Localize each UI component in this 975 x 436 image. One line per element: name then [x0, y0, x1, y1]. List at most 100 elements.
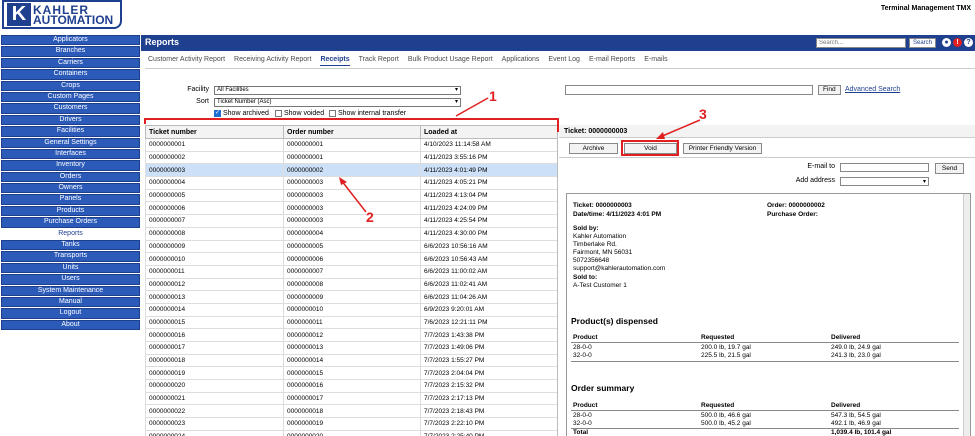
tabs-divider: [145, 68, 975, 69]
sidebar-item-carriers[interactable]: Carriers: [0, 57, 141, 70]
search-button[interactable]: Search: [909, 38, 937, 48]
advanced-search-link[interactable]: Advanced Search: [845, 86, 900, 93]
email-to-input[interactable]: [840, 163, 929, 172]
table-rule: [571, 342, 959, 343]
sidebar-item-branches[interactable]: Branches: [0, 46, 141, 58]
sidebar-item-containers[interactable]: Containers: [0, 69, 141, 81]
sidebar-item-panels[interactable]: Panels: [0, 194, 141, 206]
table-row[interactable]: 0000000004 0000000003 4/11/2023 4:05:21 PM: [145, 176, 558, 190]
order-number-cell: 0000000010: [283, 302, 421, 317]
table-row[interactable]: 0000000007 0000000003 4/11/2023 4:25:54 PM: [145, 214, 558, 228]
table-row[interactable]: 0000000009 0000000005 6/6/2023 10:56:16 AM: [145, 239, 558, 254]
kahler-logo[interactable]: K KAHLER AUTOMATION: [2, 0, 122, 29]
sidebar-item-units[interactable]: Units: [0, 262, 141, 275]
table-row[interactable]: 0000000008 0000000004 4/11/2023 4:30:00 PM: [145, 226, 558, 241]
table-row[interactable]: 0000000020 0000000016 7/7/2023 2:15:32 PM: [145, 379, 558, 393]
show-internal-label: Show internal transfer: [338, 110, 407, 117]
ticket-number-cell: 0000000024: [145, 429, 284, 436]
sidebar-item-owners[interactable]: Owners: [0, 183, 141, 195]
sidebar-item-drivers[interactable]: Drivers: [0, 114, 141, 127]
tab-event-log[interactable]: Event Log: [548, 56, 580, 66]
col-ticket-number[interactable]: Ticket number: [145, 125, 284, 139]
loaded-at-cell: 4/10/2023 11:14:58 AM: [420, 138, 558, 152]
tab-bulk-product-usage-report[interactable]: Bulk Product Usage Report: [408, 56, 493, 66]
table-row[interactable]: 0000000019 0000000015 7/7/2023 2:04:04 PM: [145, 366, 558, 381]
send-button[interactable]: Send: [935, 163, 964, 174]
help-icon[interactable]: ?: [964, 38, 973, 47]
dispensed-product: 28-0-0: [573, 344, 592, 351]
sidebar-item-system-maintenance[interactable]: System Maintenance: [0, 285, 141, 297]
tab-receipts[interactable]: Receipts: [320, 56, 350, 66]
sidebar-item-custom-pages[interactable]: Custom Pages: [0, 91, 141, 104]
table-row[interactable]: 0000000014 0000000010 6/9/2023 9:20:01 AM: [145, 302, 558, 317]
col-requested: Requested: [701, 402, 735, 409]
tab-e-mail-reports[interactable]: E-mail Reports: [589, 56, 635, 66]
tab-customer-activity-report[interactable]: Customer Activity Report: [148, 56, 225, 66]
sidebar-item-interfaces[interactable]: Interfaces: [0, 148, 141, 161]
sidebar-item-customers[interactable]: Customers: [0, 103, 141, 115]
order-number-cell: 0000000009: [283, 290, 421, 304]
table-row[interactable]: 000000002400000000207/7/2023 2:25:40 PM: [145, 429, 558, 436]
show-archived-checkbox[interactable]: ✓ Show archived: [214, 110, 269, 117]
tab-track-report[interactable]: Track Report: [359, 56, 399, 66]
col-order-number[interactable]: Order number: [283, 125, 421, 139]
ticket-search-input[interactable]: [565, 85, 813, 95]
order-number-cell: 0000000002: [283, 163, 421, 178]
sidebar-item-products[interactable]: Products: [0, 205, 141, 218]
sidebar-item-logout[interactable]: Logout: [0, 308, 141, 320]
col-loaded-at[interactable]: Loaded at: [420, 125, 558, 139]
tab-receiving-activity-report[interactable]: Receiving Activity Report: [234, 56, 311, 66]
table-row[interactable]: 0000000002 0000000001 4/11/2023 3:55:16 PM: [145, 150, 558, 165]
table-row[interactable]: 0000000021 0000000017 7/7/2023 2:17:13 PM: [145, 391, 558, 406]
dispensed-product: 32-0-0: [573, 352, 592, 359]
logo-mark: K: [7, 3, 31, 26]
table-row[interactable]: 0000000010 0000000006 6/6/2023 10:56:43 AM: [145, 252, 558, 266]
table-row[interactable]: 0000000018 0000000014 7/7/2023 1:55:27 PM: [145, 353, 558, 368]
table-row[interactable]: 0000000011 0000000007 6/6/2023 11:00:02 AM: [145, 264, 558, 279]
sidebar-item-reports[interactable]: Reports: [0, 228, 141, 241]
receipt-document: Ticket: 0000000003 Date/time: 4/11/2023 …: [566, 193, 971, 436]
show-voided-checkbox[interactable]: Show voided: [275, 110, 324, 117]
logout-icon[interactable]: !: [953, 38, 962, 47]
sidebar-item-facilities[interactable]: Facilities: [0, 126, 141, 138]
table-row[interactable]: 0000000013 0000000009 6/6/2023 11:04:26 AM: [145, 290, 558, 304]
table-row[interactable]: 0000000012 0000000008 6/6/2023 11:02:41 AM: [145, 277, 558, 292]
table-row[interactable]: 0000000015 0000000011 7/6/2023 12:21:11 PM: [145, 315, 558, 330]
sidebar-item-tanks[interactable]: Tanks: [0, 240, 141, 252]
sidebar-item-orders[interactable]: Orders: [0, 171, 141, 184]
sidebar-item-applicators[interactable]: Applicators: [0, 35, 141, 47]
sidebar-item-manual[interactable]: Manual: [0, 296, 141, 309]
order-number-cell: 0000000003: [283, 188, 421, 203]
total-label: Total: [573, 429, 589, 436]
receipt-scrollbar[interactable]: [963, 194, 970, 436]
table-row[interactable]: 0000000006 0000000003 4/11/2023 4:24:09 PM: [145, 201, 558, 216]
add-address-select[interactable]: ▾: [840, 177, 929, 186]
tab-applications[interactable]: Applications: [502, 56, 540, 66]
table-row[interactable]: 0000000022 0000000018 7/7/2023 2:18:43 PM: [145, 404, 558, 419]
search-input[interactable]: [816, 38, 906, 48]
sidebar-item-inventory[interactable]: Inventory: [0, 160, 141, 172]
sidebar-item-purchase-orders[interactable]: Purchase Orders: [0, 217, 141, 229]
facility-select[interactable]: All Facilities ▾: [214, 86, 461, 95]
table-row[interactable]: 0000000023 0000000019 7/7/2023 2:22:10 PM: [145, 417, 558, 431]
sidebar-item-transports[interactable]: Transports: [0, 251, 141, 263]
loaded-at-cell: 6/6/2023 10:56:43 AM: [420, 252, 558, 266]
tab-e-mails[interactable]: E-mails: [644, 56, 667, 66]
show-archived-label: Show archived: [223, 110, 269, 117]
table-row[interactable]: 0000000017 0000000013 7/7/2023 1:49:06 PM: [145, 341, 558, 355]
printer-friendly-button[interactable]: Printer Friendly Version: [683, 143, 762, 154]
find-button[interactable]: Find: [818, 85, 841, 95]
archive-button[interactable]: Archive: [569, 143, 618, 154]
sidebar-item-users[interactable]: Users: [0, 274, 141, 286]
sort-select[interactable]: Ticket Number (Asc) ▾: [214, 98, 461, 107]
sidebar-item-general-settings[interactable]: General Settings: [0, 137, 141, 149]
sidebar-item-crops[interactable]: Crops: [0, 80, 141, 92]
table-row[interactable]: 0000000003 0000000002 4/11/2023 4:01:49 PM: [145, 163, 558, 178]
table-row[interactable]: 0000000001 0000000001 4/10/2023 11:14:58 A…: [145, 138, 558, 152]
table-row[interactable]: 0000000016 0000000012 7/7/2023 1:43:38 PM: [145, 328, 558, 342]
receipt-sold-by-line: Kahler Automation: [573, 233, 627, 240]
show-internal-checkbox[interactable]: Show internal transfer: [329, 110, 406, 117]
table-row[interactable]: 0000000005 0000000003 4/11/2023 4:13:04 PM: [145, 188, 558, 203]
sidebar-item-about[interactable]: About: [0, 319, 141, 332]
user-icon[interactable]: ●: [942, 38, 951, 47]
